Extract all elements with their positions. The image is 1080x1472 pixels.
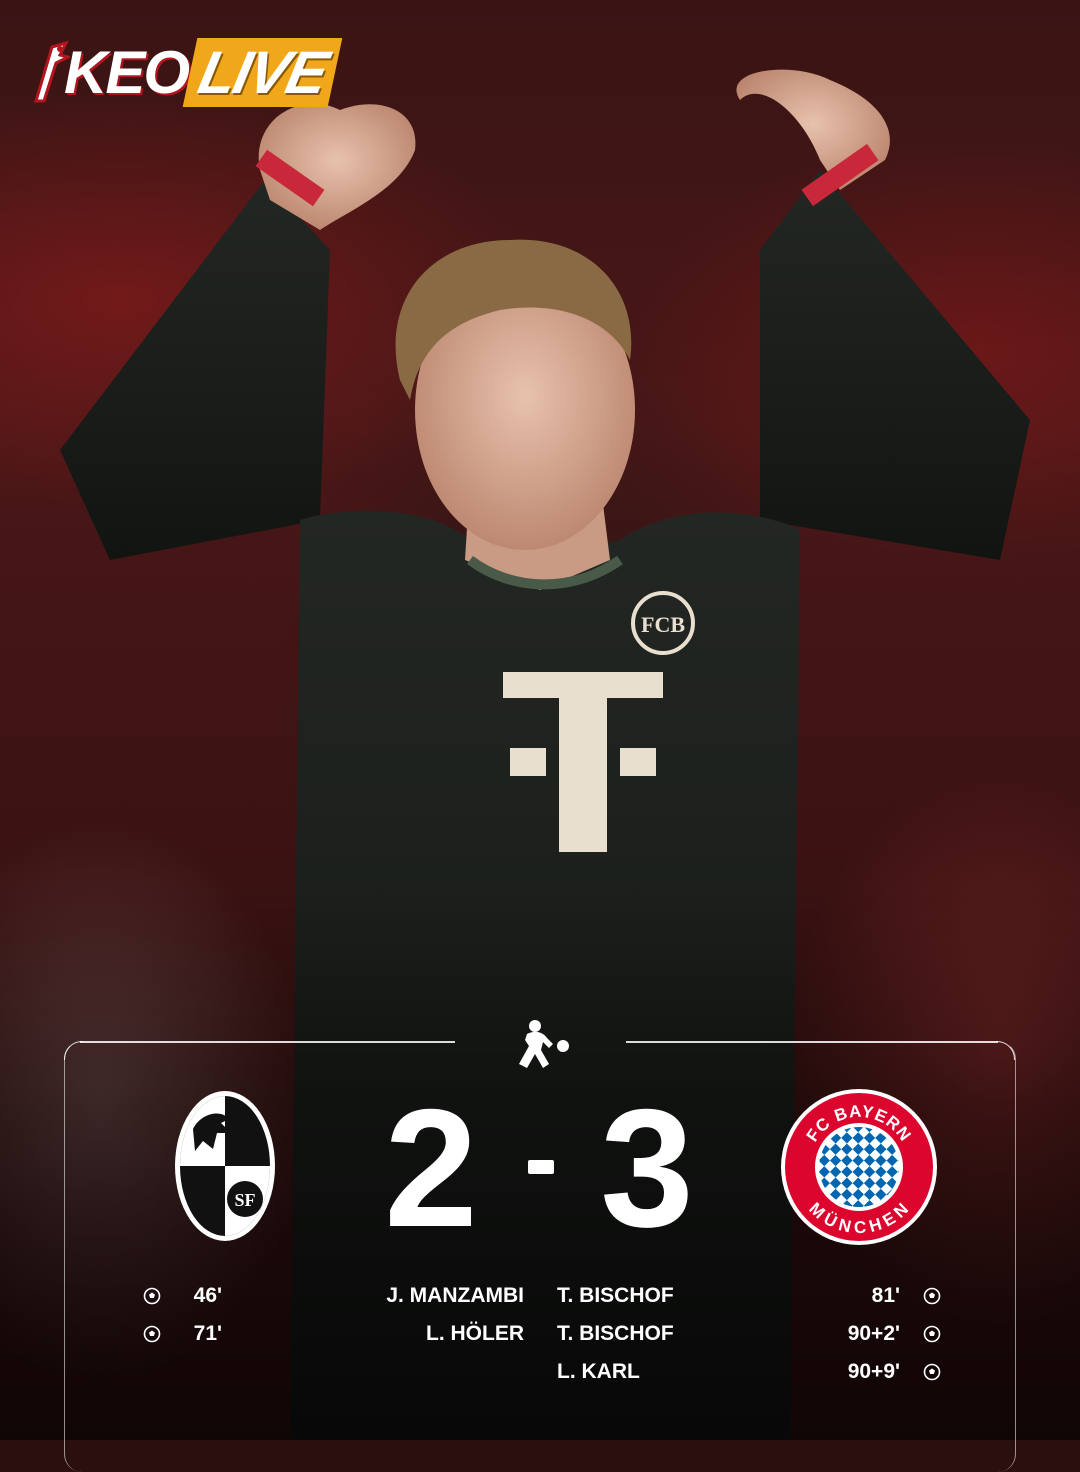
score-separator: [528, 1160, 554, 1174]
svg-text:FCB: FCB: [641, 612, 685, 637]
soccer-ball-icon: [143, 1325, 161, 1343]
panel-divider-right: [626, 1041, 998, 1043]
logo-text-live: LIVE: [182, 37, 343, 107]
logo-text-keo: KEO: [64, 38, 190, 106]
home-score: 2: [384, 1074, 478, 1262]
soccer-ball-icon: [923, 1325, 941, 1343]
away-goal-minute-2: 90+2': [847, 1322, 900, 1345]
away-score: 3: [600, 1074, 694, 1262]
fc-bayern-munchen-crest-icon: FC BAYERN MÜNCHEN: [781, 1089, 937, 1245]
home-goal-scorer-1: J. MANZAMBI: [386, 1284, 524, 1307]
sc-freiburg-crest-icon: SF: [175, 1091, 275, 1241]
away-goal-minute-3: 90+9': [847, 1360, 900, 1383]
soccer-ball-icon: [143, 1287, 161, 1305]
keolive-logo: KEO LIVE: [30, 36, 343, 108]
away-goal-minute-1: 81': [871, 1284, 900, 1307]
away-goal-scorer-1: T. BISCHOF: [557, 1284, 674, 1307]
away-goal-scorer-3: L. KARL: [557, 1360, 640, 1383]
home-goal-minute-1: 46': [193, 1284, 222, 1307]
away-goal-scorer-2: T. BISCHOF: [557, 1322, 674, 1345]
home-goal-minute-2: 71': [193, 1322, 222, 1345]
freiburg-crest-letters: SF: [234, 1190, 255, 1210]
soccer-ball-icon: [923, 1287, 941, 1305]
soccer-ball-icon: [923, 1363, 941, 1381]
panel-divider-left: [80, 1041, 455, 1043]
home-goal-scorer-2: L. HÖLER: [426, 1322, 524, 1345]
bundesliga-logo-icon: [519, 1020, 569, 1068]
